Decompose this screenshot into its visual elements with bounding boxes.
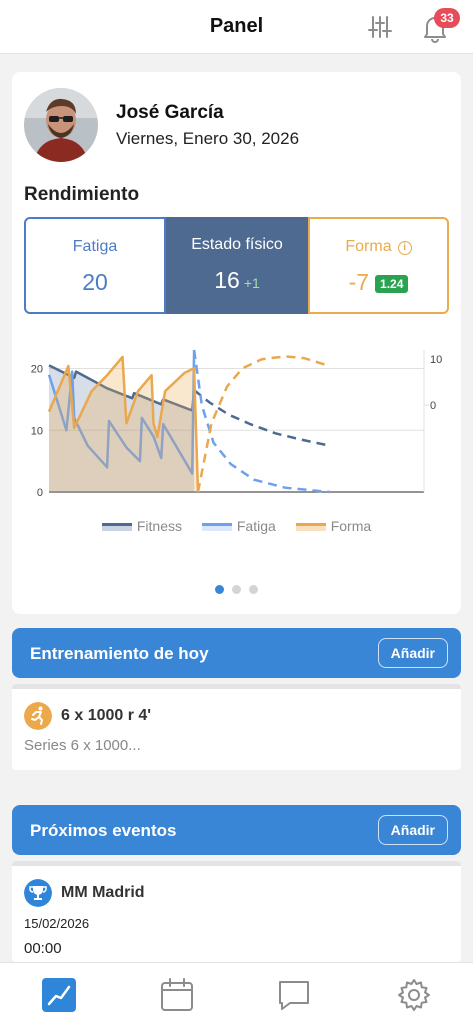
events-header: Próximos eventos Añadir xyxy=(12,805,461,855)
carousel-dot[interactable] xyxy=(249,585,258,594)
add-event-button[interactable]: Añadir xyxy=(377,815,448,845)
fitness-delta: +1 xyxy=(243,275,260,291)
left-tick-label: 10 xyxy=(31,425,43,437)
series-projection-fatiga xyxy=(192,349,330,494)
fitness-value: 16 xyxy=(214,267,240,293)
avatar[interactable] xyxy=(24,88,98,162)
form-label: Forma xyxy=(345,238,392,255)
chat-icon[interactable] xyxy=(276,977,312,1013)
form-value-row: -7 1.24 xyxy=(310,269,447,296)
fatigue-label: Fatiga xyxy=(72,238,118,255)
left-tick-label: 20 xyxy=(31,364,43,376)
trophy-icon xyxy=(24,879,52,907)
form-metric[interactable]: Forma i -7 1.24 xyxy=(308,217,449,314)
settings-icon[interactable] xyxy=(396,977,432,1013)
event-item[interactable]: MM Madrid 15/02/2026 00:00 xyxy=(12,861,461,962)
top-bar: Panel 33 xyxy=(0,0,473,54)
current-date: Viernes, Enero 30, 2026 xyxy=(116,129,300,148)
carousel-dot[interactable] xyxy=(232,585,241,594)
legend-fitness[interactable]: Fitness xyxy=(101,518,182,534)
forma-swatch xyxy=(295,523,326,532)
athlete-name: José García xyxy=(116,102,224,123)
left-tick-label: 0 xyxy=(37,487,43,499)
info-icon[interactable]: i xyxy=(397,241,412,255)
form-ratio-badge: 1.24 xyxy=(375,274,409,293)
fitness-value-row: 16 +1 xyxy=(166,267,308,294)
calendar-icon[interactable] xyxy=(159,977,195,1013)
sliders-icon[interactable] xyxy=(366,13,394,41)
performance-title: Rendimiento xyxy=(24,184,140,205)
carousel-dots xyxy=(12,581,461,599)
series-projection-forma xyxy=(196,355,330,493)
legend-forma-label: Forma xyxy=(330,518,372,534)
fatiga-swatch xyxy=(201,523,232,532)
right-tick-label: 10 xyxy=(430,354,442,366)
training-item[interactable]: 6 x 1000 r 4' Series 6 x 1000... xyxy=(12,684,461,770)
training-item-title: 6 x 1000 r 4' xyxy=(61,707,152,724)
carousel-dot[interactable] xyxy=(215,585,224,594)
training-header: Entrenamiento de hoy Añadir xyxy=(12,628,461,678)
training-item-description: Series 6 x 1000... xyxy=(24,737,141,754)
legend-fatiga-label: Fatiga xyxy=(236,518,276,534)
form-label-row: Forma i xyxy=(310,238,447,256)
notification-badge: 33 xyxy=(434,8,460,28)
legend-forma[interactable]: Forma xyxy=(295,518,372,534)
chart-legend: Fitness Fatiga Forma xyxy=(12,518,461,534)
fatigue-metric[interactable]: Fatiga 20 xyxy=(24,217,166,314)
event-date: 15/02/2026 xyxy=(24,916,90,931)
performance-chart[interactable]: 0 10 20 0 10 xyxy=(12,342,461,502)
form-value: -7 xyxy=(348,269,370,295)
legend-fitness-label: Fitness xyxy=(136,518,182,534)
fatigue-value: 20 xyxy=(82,269,108,295)
fitness-metric[interactable]: Estado físico 16 +1 xyxy=(166,217,308,314)
fitness-swatch xyxy=(101,523,132,532)
event-time: 00:00 xyxy=(24,940,62,957)
performance-card: José García Viernes, Enero 30, 2026 Rend… xyxy=(12,72,461,614)
event-item-title: MM Madrid xyxy=(61,884,145,901)
page-title: Panel xyxy=(209,15,264,37)
legend-fatiga[interactable]: Fatiga xyxy=(201,518,276,534)
events-title: Próximos eventos xyxy=(30,821,177,840)
add-training-button[interactable]: Añadir xyxy=(377,638,448,668)
bottom-navigation xyxy=(0,962,473,1024)
chart-icon[interactable] xyxy=(41,977,77,1013)
running-icon xyxy=(24,702,52,730)
right-tick-label: 0 xyxy=(430,400,436,412)
fitness-label: Estado físico xyxy=(191,236,283,253)
training-title: Entrenamiento de hoy xyxy=(30,644,209,663)
metrics-row: Fatiga 20 Estado físico 16 +1 Forma i -7 1.… xyxy=(24,217,449,314)
